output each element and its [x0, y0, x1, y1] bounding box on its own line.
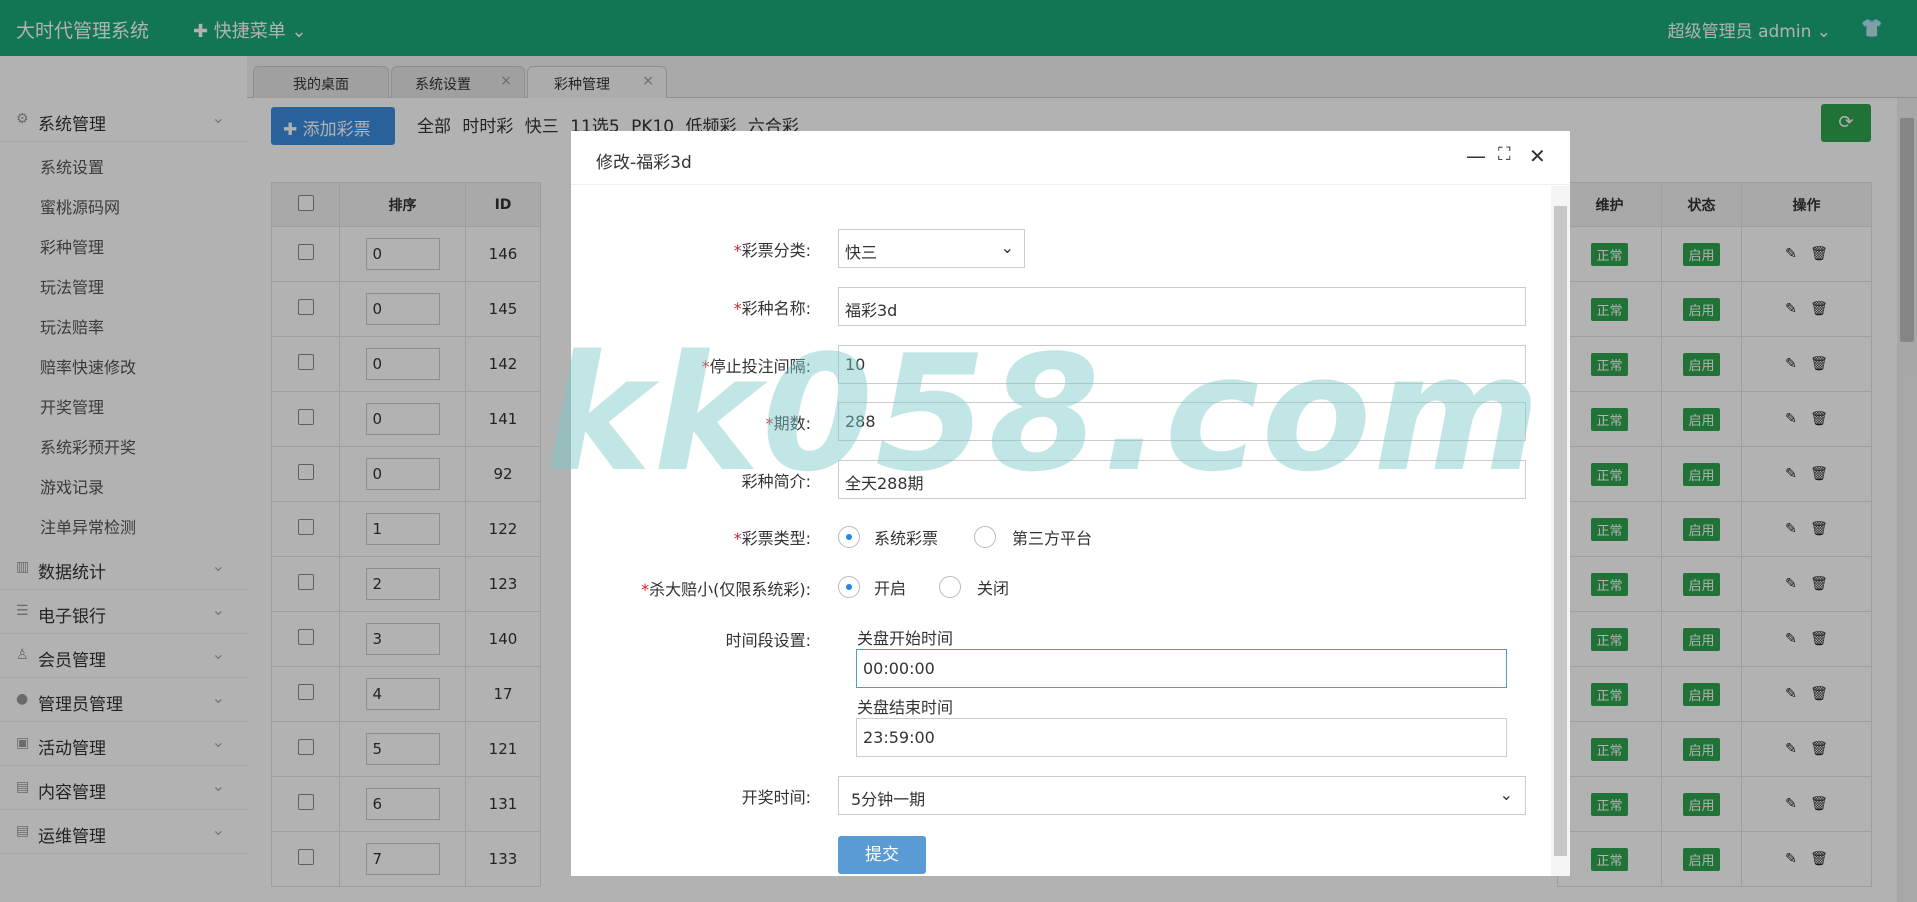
maximize-icon[interactable]: ⛶ [1498, 144, 1511, 165]
category-label: *彩票分类: [733, 241, 811, 260]
period-label: 时间段设置: [725, 631, 811, 650]
type-system-label: 系统彩票 [874, 529, 939, 548]
dialog-scrollbar-thumb[interactable] [1554, 206, 1567, 856]
select-value: 快三 [845, 243, 878, 262]
category-select[interactable]: 快三 ⌄ [838, 229, 1025, 268]
dialog-title: 修改-福彩3d [596, 153, 692, 173]
chevron-down-icon: ⌄ [1000, 238, 1014, 257]
select-value: 5分钟一期 [851, 790, 926, 809]
chevron-down-icon: ⌄ [1499, 785, 1513, 804]
watermark: kk058.com [545, 320, 1543, 507]
type-system-radio[interactable] [838, 526, 860, 548]
type-thirdparty-radio[interactable] [974, 526, 996, 548]
kill-off-label: 关闭 [977, 579, 1010, 598]
name-label: *彩种名称: [733, 299, 811, 318]
close-icon[interactable]: ✕ [1529, 144, 1546, 168]
end-time-label: 关盘结束时间 [857, 698, 954, 717]
draw-time-select[interactable]: 5分钟一期 ⌄ [838, 776, 1526, 815]
draw-time-label: 开奖时间: [741, 788, 811, 807]
dialog-header: 修改-福彩3d — ⛶ ✕ [571, 131, 1570, 185]
type-thirdparty-label: 第三方平台 [1012, 529, 1093, 548]
minimize-icon[interactable]: — [1466, 144, 1486, 168]
start-time-input[interactable]: 00:00:00 [856, 649, 1507, 688]
end-time-input[interactable]: 23:59:00 [856, 718, 1507, 757]
submit-button[interactable]: 提交 [838, 836, 926, 874]
kill-on-label: 开启 [874, 579, 907, 598]
type-label: *彩票类型: [733, 529, 811, 548]
kill-on-radio[interactable] [838, 576, 860, 598]
kill-off-radio[interactable] [939, 576, 961, 598]
start-time-label: 关盘开始时间 [857, 629, 954, 648]
kill-label: *杀大赔小(仅限系统彩): [641, 580, 811, 599]
